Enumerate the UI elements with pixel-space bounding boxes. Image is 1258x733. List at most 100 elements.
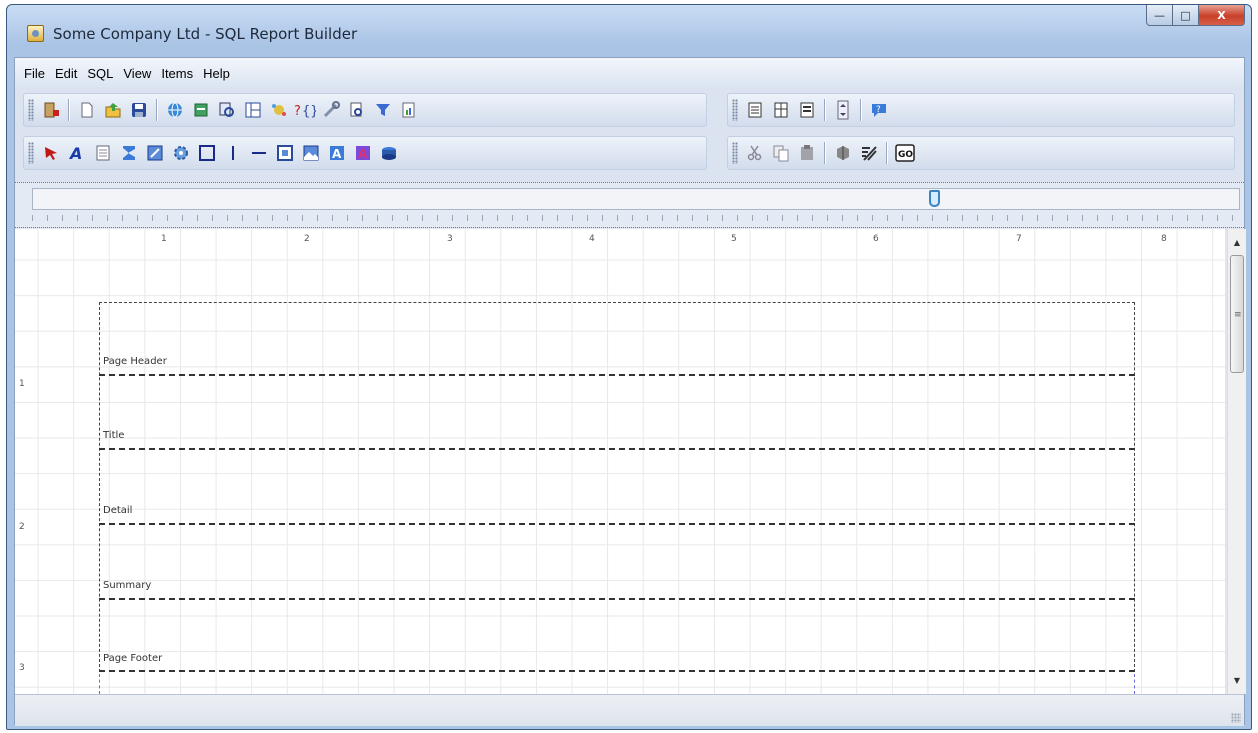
ruler-top-label: 1	[161, 234, 167, 244]
title-bar[interactable]: Some Company Ltd - SQL Report Builder — …	[7, 5, 1251, 57]
svg-text:?: ?	[294, 104, 301, 119]
maximize-button[interactable]: □	[1173, 5, 1199, 26]
caption-buttons: — □ X	[1146, 5, 1245, 26]
horizontal-line-icon[interactable]	[247, 141, 271, 165]
band-divider-detail[interactable]	[99, 523, 1135, 525]
memo-icon[interactable]	[91, 141, 115, 165]
band-label-summary: Summary	[103, 580, 152, 591]
vertical-scrollbar[interactable]: ▲ ≡ ▼	[1227, 229, 1246, 694]
query-icon[interactable]	[215, 98, 239, 122]
menu-view[interactable]: View	[118, 66, 156, 81]
menu-edit[interactable]: Edit	[50, 66, 82, 81]
toolbar-main: ?{}	[23, 93, 707, 127]
help-icon[interactable]: ?	[867, 98, 891, 122]
rich-text-icon[interactable]: A	[325, 141, 349, 165]
layout-icon[interactable]	[241, 98, 265, 122]
report-page-frame	[99, 302, 1135, 672]
text-icon[interactable]: A	[65, 141, 89, 165]
client-area: File Edit SQL View Items Help ? {? A A …	[14, 57, 1246, 726]
rectangle-icon[interactable]	[195, 141, 219, 165]
preview-icon[interactable]	[345, 98, 369, 122]
save-icon[interactable]	[127, 98, 151, 122]
gear-icon[interactable]	[169, 141, 193, 165]
status-bar	[15, 694, 1244, 726]
wizard-icon[interactable]	[267, 98, 291, 122]
toolbar-bands: ?	[727, 93, 1235, 127]
minimize-button[interactable]: —	[1146, 5, 1173, 26]
rows-icon[interactable]	[795, 98, 819, 122]
scroll-grip-icon: ≡	[1234, 310, 1242, 320]
report-design-canvas[interactable]: 1 2 3 4 5 6 7 8 1 2 3 Page Header Title …	[15, 229, 1225, 694]
toolbar-grip[interactable]	[732, 99, 738, 121]
toolbar-grip[interactable]	[28, 99, 34, 121]
separator	[824, 142, 826, 164]
ruler-left-label: 1	[19, 379, 25, 389]
svg-text:A: A	[358, 147, 368, 161]
scroll-up-icon[interactable]: ▲	[1228, 234, 1246, 251]
formula-icon[interactable]	[143, 141, 167, 165]
margin-marker-left	[99, 674, 100, 694]
resize-grip-icon[interactable]	[1231, 713, 1241, 723]
open-report-icon[interactable]	[101, 98, 125, 122]
tools-icon[interactable]	[319, 98, 343, 122]
separator	[824, 99, 826, 121]
zoom-slider-thumb[interactable]	[929, 190, 940, 207]
scroll-down-icon[interactable]: ▼	[1228, 672, 1246, 689]
database-icon[interactable]	[189, 98, 213, 122]
scroll-icon[interactable]	[831, 98, 855, 122]
band-divider-title[interactable]	[99, 448, 1135, 450]
svg-text:A: A	[332, 147, 342, 161]
copy-icon[interactable]	[769, 141, 793, 165]
picture-icon[interactable]	[299, 141, 323, 165]
toolbar-area: ?{} ? A	[15, 88, 1244, 182]
band-divider-page-header[interactable]	[99, 374, 1135, 376]
margin-marker-right	[1134, 674, 1135, 694]
no-grid-icon[interactable]	[857, 141, 881, 165]
group-icon[interactable]	[831, 141, 855, 165]
band-label-page-footer: Page Footer	[103, 653, 163, 664]
ruler-left-label: 2	[19, 522, 25, 532]
paste-icon[interactable]	[795, 141, 819, 165]
zoom-slider[interactable]	[32, 188, 1240, 210]
separator	[156, 99, 158, 121]
go-icon[interactable]: GO	[893, 141, 917, 165]
close-icon: X	[1217, 8, 1226, 22]
band-divider-page-footer[interactable]	[99, 670, 1135, 672]
toolbar-edit: GO	[727, 136, 1235, 170]
barcode-icon[interactable]: A	[351, 141, 375, 165]
menu-file[interactable]: File	[19, 66, 50, 81]
toolbar-items: A A A	[23, 136, 707, 170]
toolbar-grip[interactable]	[28, 142, 34, 164]
ruler-top-label: 6	[873, 234, 879, 244]
sum-icon[interactable]	[117, 141, 141, 165]
columns-icon[interactable]	[769, 98, 793, 122]
export-icon[interactable]	[397, 98, 421, 122]
exit-icon[interactable]	[39, 98, 63, 122]
close-button[interactable]: X	[1199, 5, 1245, 26]
scrollbar-thumb[interactable]: ≡	[1230, 255, 1244, 373]
pointer-icon[interactable]	[39, 141, 63, 165]
filter-icon[interactable]	[371, 98, 395, 122]
chart-icon[interactable]	[377, 141, 401, 165]
menu-help[interactable]: Help	[198, 66, 235, 81]
app-icon[interactable]	[27, 25, 44, 42]
image-icon[interactable]	[273, 141, 297, 165]
band-label-detail: Detail	[103, 505, 133, 516]
vertical-line-icon[interactable]	[221, 141, 245, 165]
ruler-left-label: 3	[19, 663, 25, 673]
toolbar-grip[interactable]	[732, 142, 738, 164]
band-divider-summary[interactable]	[99, 598, 1135, 600]
svg-text:GO: GO	[898, 150, 913, 160]
ruler-top-label: 3	[447, 234, 453, 244]
menu-sql[interactable]: SQL	[82, 66, 118, 81]
cut-icon[interactable]	[743, 141, 767, 165]
svg-text:A: A	[68, 144, 82, 162]
ruler-top-label: 2	[304, 234, 310, 244]
sql-variables-icon[interactable]: ?{}	[293, 98, 317, 122]
bands-icon[interactable]	[743, 98, 767, 122]
new-report-icon[interactable]	[75, 98, 99, 122]
ruler-top-label: 4	[589, 234, 595, 244]
menu-items[interactable]: Items	[156, 66, 198, 81]
svg-text:{}: {}	[302, 104, 316, 119]
web-icon[interactable]	[163, 98, 187, 122]
